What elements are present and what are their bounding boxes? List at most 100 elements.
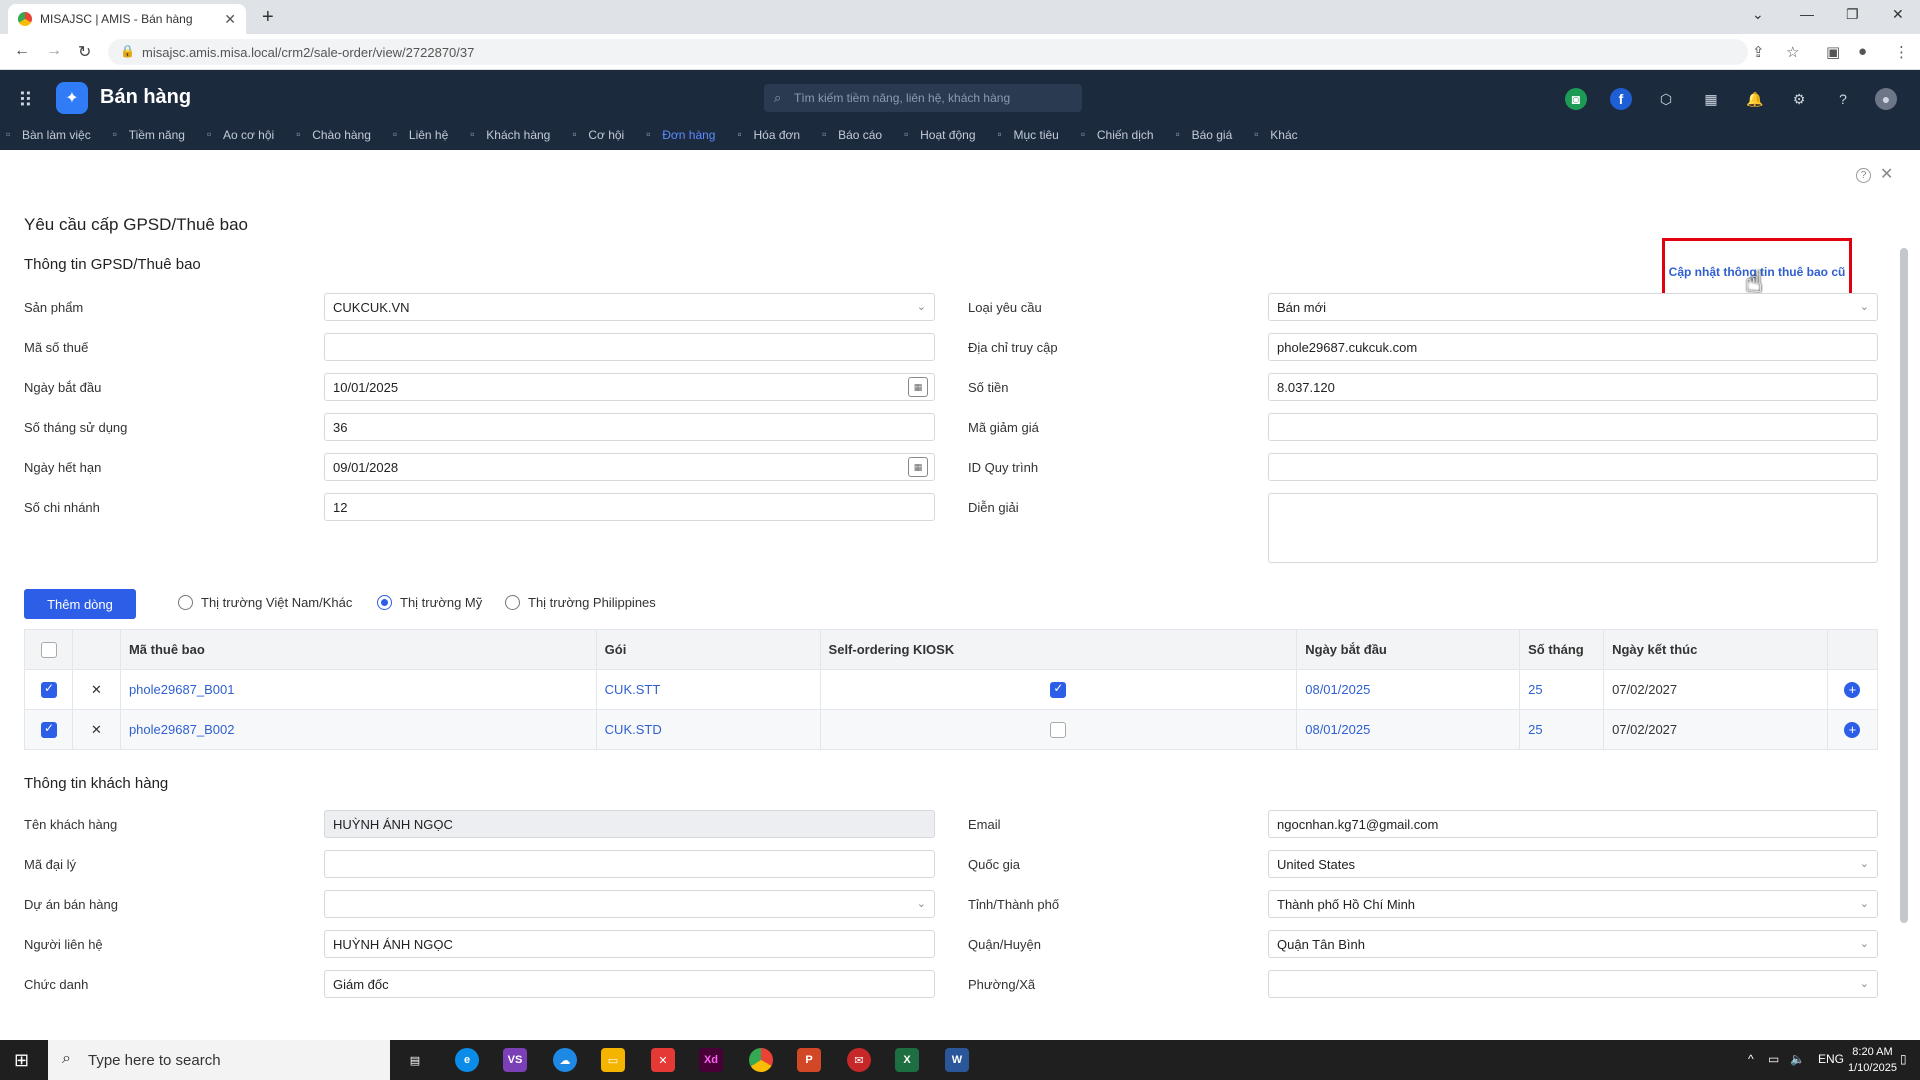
- branches-input[interactable]: 12: [324, 493, 935, 521]
- chrome-icon[interactable]: [749, 1048, 773, 1072]
- menu-item[interactable]: Chào hàng: [290, 127, 387, 150]
- access-address-input[interactable]: phole29687.cukcuk.com: [1268, 333, 1878, 361]
- bookmark-star-icon[interactable]: ☆: [1786, 43, 1799, 61]
- modal-scrollbar[interactable]: [1900, 248, 1908, 923]
- menu-item[interactable]: Cơ hội: [566, 127, 640, 150]
- menu-item[interactable]: Hóa đơn: [731, 127, 816, 150]
- share-icon[interactable]: ⇪: [1752, 43, 1765, 61]
- kebab-menu-icon[interactable]: ⋮: [1894, 43, 1909, 61]
- restore-icon[interactable]: ❐: [1846, 6, 1859, 23]
- row-start-date[interactable]: 08/01/2025: [1296, 709, 1521, 750]
- start-date-input[interactable]: 10/01/2025 ▦: [324, 373, 935, 401]
- language-indicator[interactable]: ENG: [1818, 1052, 1844, 1066]
- notification-icon[interactable]: ▯: [1900, 1052, 1907, 1066]
- forward-icon[interactable]: →: [46, 42, 62, 60]
- tax-code-input[interactable]: [324, 333, 935, 361]
- request-type-select[interactable]: Bán mới ⌄: [1268, 293, 1878, 321]
- back-icon[interactable]: ←: [14, 42, 30, 60]
- tab-close-icon[interactable]: ✕: [224, 11, 236, 28]
- facebook-icon[interactable]: f: [1610, 88, 1632, 110]
- network-icon[interactable]: ▭: [1768, 1052, 1779, 1066]
- url-bar[interactable]: 🔒 misajsc.amis.misa.local/crm2/sale-orde…: [108, 39, 1748, 65]
- row-select-cell[interactable]: [24, 669, 73, 710]
- package-icon[interactable]: ⬡: [1655, 88, 1677, 110]
- visual-studio-icon[interactable]: VS: [503, 1048, 527, 1072]
- row-delete-icon[interactable]: ✕: [71, 669, 121, 710]
- product-select[interactable]: CUKCUK.VN ⌄: [324, 293, 935, 321]
- menu-item[interactable]: Mục tiêu: [992, 127, 1075, 150]
- select-all-cell[interactable]: [24, 629, 73, 670]
- contact-person-input[interactable]: HUỲNH ÁNH NGỌC: [324, 930, 935, 958]
- row-start-date[interactable]: 08/01/2025: [1296, 669, 1521, 710]
- window-close-icon[interactable]: ✕: [1892, 6, 1904, 23]
- minimize-icon[interactable]: —: [1800, 6, 1814, 22]
- market-radio-vn[interactable]: Thị trường Việt Nam/Khác: [178, 595, 352, 610]
- global-search-input[interactable]: ⌕ Tìm kiếm tiềm năng, liên hệ, khách hàn…: [764, 84, 1082, 112]
- row-add-cell[interactable]: +: [1826, 669, 1879, 710]
- reload-icon[interactable]: ↻: [78, 42, 91, 62]
- market-radio-ph[interactable]: Thị trường Philippines: [505, 595, 656, 610]
- row-package[interactable]: CUK.STD: [595, 709, 821, 750]
- row-checkbox[interactable]: [41, 681, 57, 698]
- row-delete-icon[interactable]: ✕: [71, 709, 121, 750]
- bell-icon[interactable]: 🔔: [1744, 88, 1766, 110]
- description-textarea[interactable]: [1268, 493, 1878, 563]
- row-code[interactable]: phole29687_B002: [119, 709, 597, 750]
- gear-icon[interactable]: ⚙: [1788, 88, 1810, 110]
- menu-item[interactable]: Báo cáo: [816, 127, 898, 150]
- help-icon[interactable]: ?: [1832, 88, 1854, 110]
- months-input[interactable]: 36: [324, 413, 935, 441]
- menu-item[interactable]: Hoạt động: [898, 127, 991, 150]
- row-add-cell[interactable]: +: [1826, 709, 1879, 750]
- powerpoint-icon[interactable]: P: [797, 1048, 821, 1072]
- edge-icon[interactable]: e: [455, 1048, 479, 1072]
- process-id-input[interactable]: [1268, 453, 1878, 481]
- sidepanel-icon[interactable]: ▣: [1826, 43, 1840, 61]
- file-explorer-icon[interactable]: ▭: [601, 1048, 625, 1072]
- profile-icon[interactable]: ●: [1858, 43, 1867, 60]
- calendar-icon[interactable]: ▦: [1700, 88, 1722, 110]
- row-select-cell[interactable]: [24, 709, 73, 750]
- district-select[interactable]: Quận Tân Bình ⌄: [1268, 930, 1878, 958]
- word-icon[interactable]: W: [945, 1048, 969, 1072]
- calendar-icon[interactable]: ▦: [908, 377, 928, 397]
- market-radio-us[interactable]: Thị trường Mỹ: [377, 595, 482, 610]
- taskbar-clock[interactable]: 8:20 AM 1/10/2025: [1848, 1044, 1897, 1076]
- tray-chevron-icon[interactable]: ^: [1748, 1052, 1754, 1066]
- kiosk-checkbox[interactable]: [1050, 721, 1067, 738]
- kiosk-checkbox[interactable]: [1050, 681, 1067, 698]
- volume-icon[interactable]: 🔈: [1790, 1052, 1805, 1066]
- menu-item[interactable]: Khác: [1248, 127, 1313, 150]
- mail-app-icon[interactable]: ✉: [847, 1048, 871, 1072]
- task-view-icon[interactable]: ▤: [403, 1048, 427, 1072]
- modal-help-icon[interactable]: ?: [1856, 168, 1871, 183]
- row-code[interactable]: phole29687_B001: [119, 669, 597, 710]
- menu-item[interactable]: Bàn làm việc: [0, 127, 107, 150]
- calendar-icon[interactable]: ▦: [908, 457, 928, 477]
- add-circle-icon[interactable]: +: [1844, 681, 1861, 698]
- amount-input[interactable]: 8.037.120: [1268, 373, 1878, 401]
- row-months[interactable]: 25: [1519, 709, 1605, 750]
- country-select[interactable]: United States ⌄: [1268, 850, 1878, 878]
- select-all-checkbox[interactable]: [41, 641, 57, 658]
- agent-code-input[interactable]: [324, 850, 935, 878]
- menu-item[interactable]: Liên hệ: [387, 127, 464, 150]
- menu-item[interactable]: Chiến dịch: [1075, 127, 1170, 150]
- browser-tab[interactable]: MISAJSC | AMIS - Bán hàng ✕: [8, 4, 246, 34]
- row-kiosk-cell[interactable]: [819, 709, 1298, 750]
- windows-start-icon[interactable]: ⊞: [14, 1050, 29, 1071]
- add-row-button[interactable]: Thêm dòng: [24, 589, 136, 619]
- row-package[interactable]: CUK.STT: [595, 669, 821, 710]
- province-select[interactable]: Thành phố Hồ Chí Minh ⌄: [1268, 890, 1878, 918]
- add-circle-icon[interactable]: +: [1844, 721, 1861, 738]
- menu-item-active[interactable]: Đơn hàng: [640, 127, 731, 150]
- new-tab-icon[interactable]: +: [262, 6, 274, 29]
- ward-select[interactable]: ⌄: [1268, 970, 1878, 998]
- row-kiosk-cell[interactable]: [819, 669, 1298, 710]
- sales-project-select[interactable]: ⌄: [324, 890, 935, 918]
- adobe-xd-icon[interactable]: Xd: [699, 1048, 723, 1072]
- menu-item[interactable]: Báo giá: [1170, 127, 1249, 150]
- tab-search-icon[interactable]: ⌄: [1752, 6, 1764, 23]
- menu-item[interactable]: Khách hàng: [464, 127, 566, 150]
- excel-icon[interactable]: X: [895, 1048, 919, 1072]
